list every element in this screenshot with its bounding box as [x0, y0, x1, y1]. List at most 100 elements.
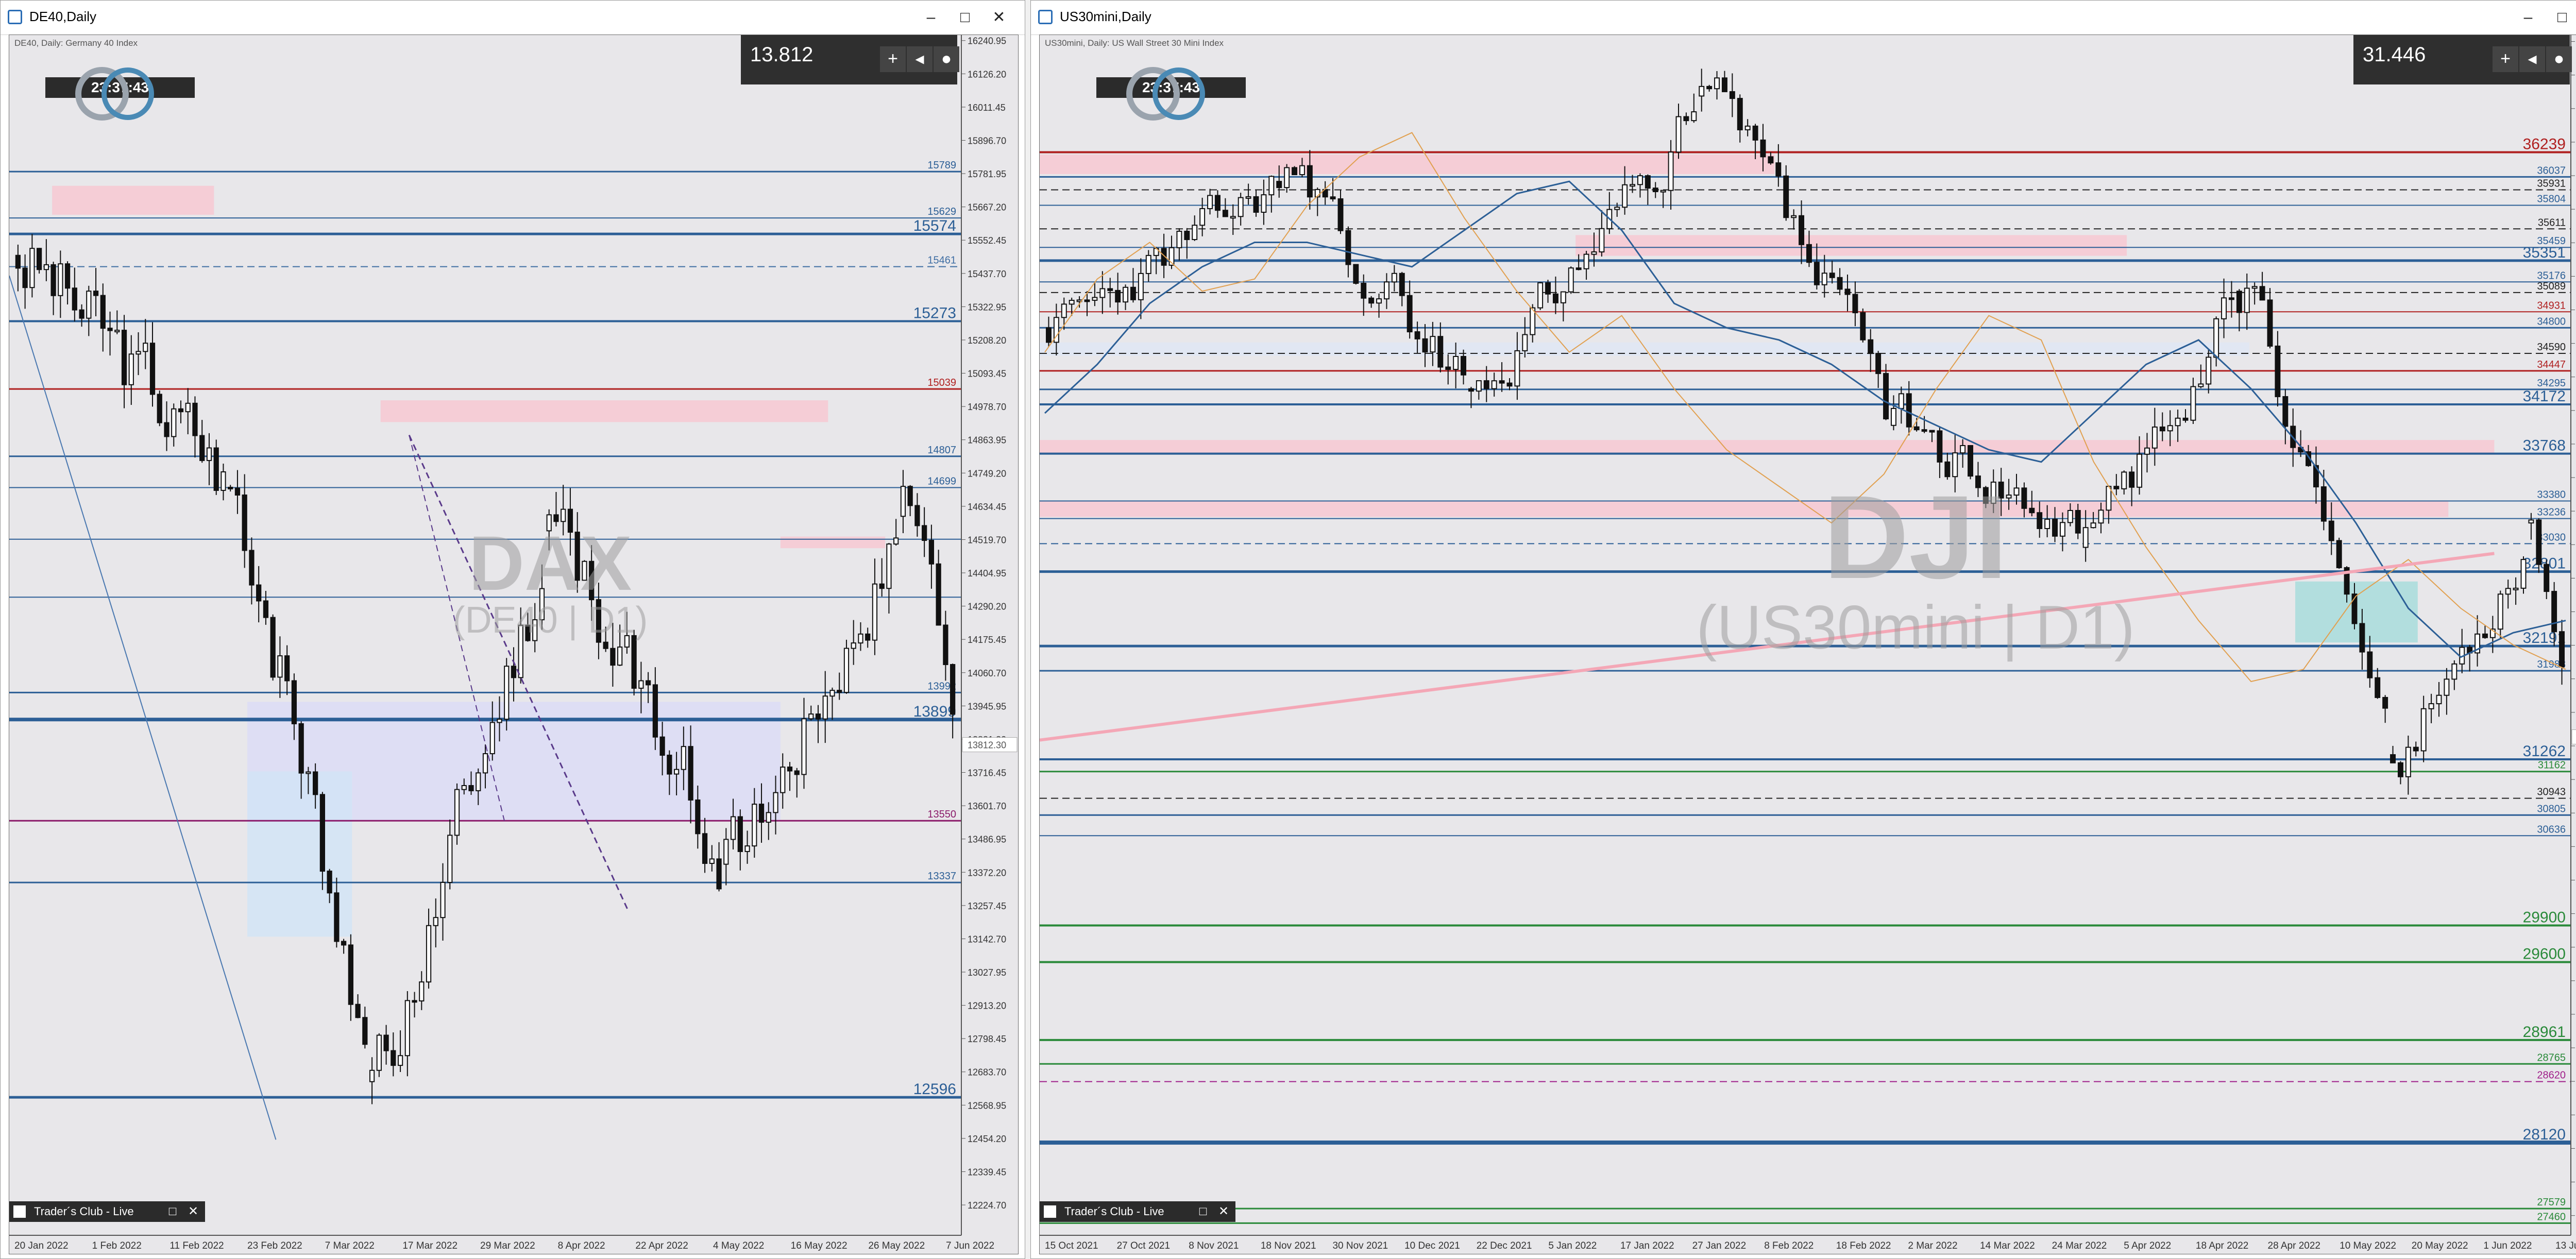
price-tick-label: 13486.95	[968, 835, 1006, 845]
candle	[426, 908, 432, 989]
price-panel[interactable]: 13.812 + ◂ ●	[741, 35, 959, 84]
account-tab[interactable]: Trader´s Club - Live □ ✕	[1040, 1201, 1235, 1222]
title-bar[interactable]: US30mini,Daily – □ ✕	[1031, 1, 2576, 35]
level-line[interactable]: 28120	[1040, 1126, 2571, 1145]
level-line[interactable]: 29900	[1040, 909, 2571, 927]
candle	[1883, 364, 1889, 420]
title-bar[interactable]: DE40,Daily – □ ✕	[1, 1, 1025, 35]
level-line[interactable]: 36239	[1040, 136, 2571, 154]
candle	[2151, 407, 2158, 466]
candle	[2505, 580, 2511, 609]
candle	[93, 268, 99, 316]
chevron-left-icon[interactable]: ◂	[907, 46, 933, 72]
candle	[206, 433, 212, 485]
level-line[interactable]: 35089	[1040, 281, 2571, 293]
candle	[1130, 268, 1136, 303]
date-tick-label: 27 Oct 2021	[1117, 1240, 1171, 1251]
level-line[interactable]: 15574	[9, 217, 961, 235]
de40-chart-window[interactable]: DE40,Daily – □ ✕ DE40, Daily: Germany 40…	[0, 0, 1025, 1259]
candle	[645, 672, 651, 703]
level-line[interactable]: 28620	[1040, 1070, 2571, 1082]
price-tick-label: 13142.70	[968, 934, 1006, 944]
level-line[interactable]: 28961	[1040, 1024, 2571, 1041]
level-line[interactable]: 34447	[1040, 359, 2571, 372]
candle	[865, 627, 871, 648]
candle	[2544, 559, 2550, 599]
candle	[79, 304, 84, 327]
candle	[1875, 351, 1882, 388]
candle	[270, 614, 276, 681]
candle	[2259, 271, 2265, 301]
account-tab[interactable]: Trader´s Club - Live □ ✕	[9, 1201, 205, 1222]
close-tab-button[interactable]: ✕	[184, 1201, 202, 1222]
candle	[128, 335, 134, 405]
terminal-icon	[1044, 1205, 1056, 1218]
level-line[interactable]: 35176	[1040, 270, 2571, 283]
trendline[interactable]	[9, 275, 277, 1140]
price-tick-label: 14978.70	[968, 402, 1006, 412]
maximize-button[interactable]: □	[2549, 5, 2575, 31]
level-line[interactable]: 30636	[1040, 824, 2571, 837]
close-tab-button[interactable]: ✕	[1215, 1201, 1232, 1222]
level-line[interactable]: 34800	[1040, 316, 2571, 329]
price-panel[interactable]: 31.446 + ◂ ●	[2353, 35, 2572, 84]
level-line[interactable]: 31162	[1040, 760, 2571, 773]
level-line[interactable]: 28765	[1040, 1052, 2571, 1065]
restore-button[interactable]: □	[1194, 1201, 1212, 1222]
us30mini-chart-window[interactable]: US30mini,Daily – □ ✕ US30mini, Daily: US…	[1030, 0, 2576, 1259]
level-line[interactable]: 15273	[9, 304, 961, 322]
candle	[86, 285, 92, 336]
candle	[1230, 204, 1236, 235]
level-line[interactable]: 31262	[1040, 743, 2571, 761]
level-line[interactable]: 27460	[1040, 1211, 2571, 1224]
trendline[interactable]	[408, 435, 629, 911]
level-line[interactable]: 15789	[9, 160, 961, 173]
level-line[interactable]: 34295	[1040, 378, 2571, 390]
date-tick-label: 1 Jun 2022	[2483, 1240, 2532, 1251]
candle	[1890, 395, 1896, 431]
restore-button[interactable]: □	[164, 1201, 181, 1222]
maximize-button[interactable]: □	[952, 5, 978, 31]
candle	[511, 647, 517, 702]
level-line[interactable]: 34172	[1040, 388, 2571, 405]
level-line[interactable]: 13992	[9, 680, 961, 693]
level-line[interactable]: 29600	[1040, 946, 2571, 963]
level-line[interactable]: 34931	[1040, 300, 2571, 313]
level-line[interactable]: 15461	[9, 255, 961, 267]
candle	[1422, 324, 1428, 367]
candle	[348, 934, 353, 1021]
level-line[interactable]: 14699	[9, 476, 961, 488]
level-line[interactable]: 12596	[9, 1081, 961, 1099]
minimize-button[interactable]: –	[2515, 5, 2541, 31]
minimize-button[interactable]: –	[918, 5, 944, 31]
candle	[2390, 745, 2396, 763]
price-tick-label: 15093.45	[968, 369, 1006, 379]
price-chart[interactable]: US30mini, Daily: US Wall Street 30 Mini …	[1039, 35, 2576, 1254]
candle	[100, 283, 106, 352]
plus-icon[interactable]: +	[2493, 46, 2518, 72]
candle	[404, 991, 410, 1077]
level-line[interactable]: 13337	[9, 871, 961, 883]
candle	[454, 783, 460, 845]
price-chart[interactable]: DE40, Daily: Germany 40 Index 15789 15629…	[9, 35, 1019, 1254]
candle	[2482, 625, 2488, 639]
zone-highlight	[52, 185, 214, 215]
chevron-left-icon[interactable]: ◂	[2519, 46, 2545, 72]
level-line[interactable]: 27579	[1040, 1197, 2571, 1210]
candle	[1752, 124, 1758, 160]
candle	[256, 566, 262, 623]
candle	[1399, 271, 1405, 307]
level-line[interactable]: 30943	[1040, 787, 2571, 799]
level-line[interactable]: 30805	[1040, 803, 2571, 816]
plus-icon[interactable]: +	[880, 46, 906, 72]
candle	[1361, 274, 1367, 316]
status-indicator-icon[interactable]: ●	[2546, 46, 2572, 72]
level-line[interactable]: 35611	[1040, 217, 2571, 230]
candle	[1138, 258, 1144, 319]
level-line[interactable]: 14807	[9, 445, 961, 457]
candle	[1768, 152, 1774, 165]
close-button[interactable]: ✕	[986, 5, 1012, 31]
status-indicator-icon[interactable]: ●	[934, 46, 959, 72]
level-label: 35176	[2537, 270, 2566, 281]
level-label: 15629	[927, 206, 956, 217]
